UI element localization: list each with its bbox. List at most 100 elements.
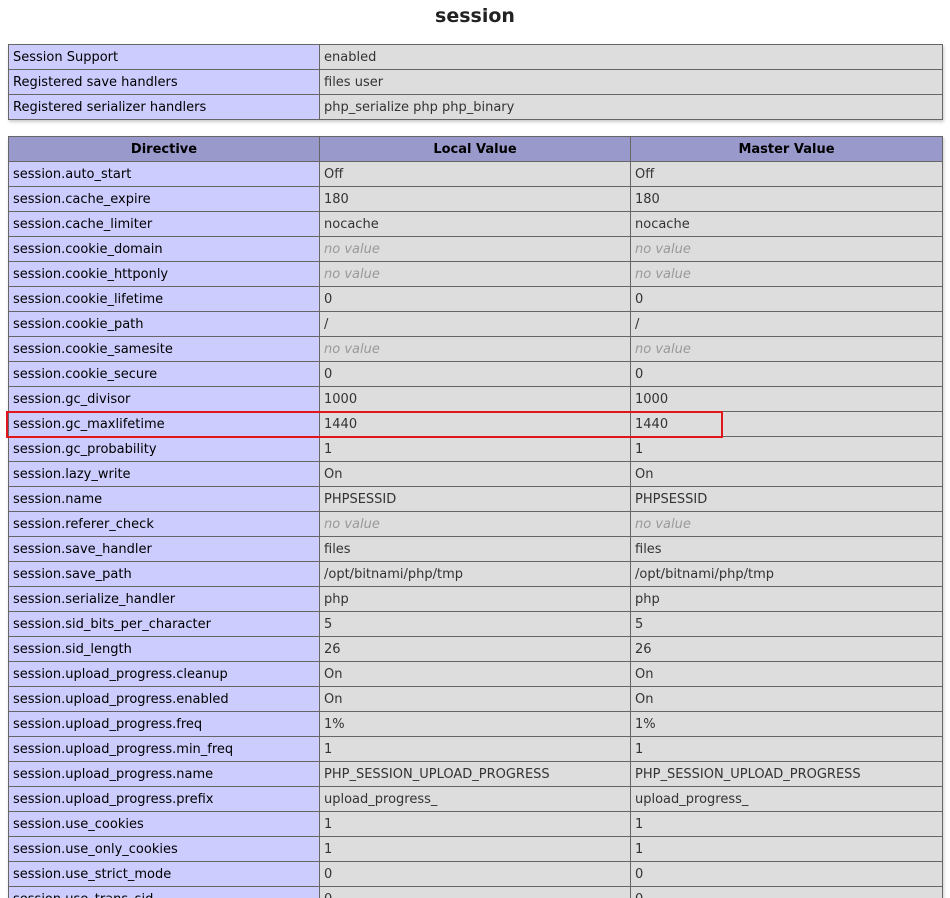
directive-row: session.cookie_secure 0 0 <box>8 361 943 387</box>
directive-row: session.cookie_domain no value no value <box>8 236 943 262</box>
no-value-text: no value <box>324 341 380 357</box>
directive-name: session.use_trans_sid <box>8 886 320 898</box>
local-value: 26 <box>319 636 631 662</box>
directive-name: session.cache_limiter <box>8 211 320 237</box>
no-value-text: no value <box>324 516 380 532</box>
master-value: PHPSESSID <box>630 486 943 512</box>
directive-row: session.cookie_lifetime 0 0 <box>8 286 943 312</box>
local-value: On <box>319 461 631 487</box>
directive-row: session.cookie_samesite no value no value <box>8 336 943 362</box>
directive-name: session.cache_expire <box>8 186 320 212</box>
directive-name: session.sid_length <box>8 636 320 662</box>
master-value: On <box>630 661 943 687</box>
directive-row: session.gc_maxlifetime 1440 1440 <box>8 411 943 437</box>
info-value: enabled <box>319 44 943 70</box>
directive-row: session.cookie_httponly no value no value <box>8 261 943 287</box>
info-row: Registered serializer handlers php_serial… <box>8 94 943 120</box>
local-value: no value <box>319 336 631 362</box>
local-value: 1 <box>319 836 631 862</box>
local-value: Off <box>319 161 631 187</box>
info-label: Registered serializer handlers <box>8 94 320 120</box>
directive-row: session.use_strict_mode 0 0 <box>8 861 943 887</box>
master-value: 5 <box>630 611 943 637</box>
master-value: php <box>630 586 943 612</box>
phpinfo-page: session Session Support enabled Registered… <box>0 0 950 898</box>
master-value: 1000 <box>630 386 943 412</box>
local-value: 0 <box>319 361 631 387</box>
directive-row: session.save_handler files files <box>8 536 943 562</box>
directive-name: session.upload_progress.prefix <box>8 786 320 812</box>
section-title: session <box>435 5 515 27</box>
info-row: Session Support enabled <box>8 44 943 70</box>
local-value: nocache <box>319 211 631 237</box>
local-value: 1 <box>319 736 631 762</box>
directive-row: session.sid_bits_per_character 5 5 <box>8 611 943 637</box>
master-value: 1 <box>630 811 943 837</box>
directive-row: session.cache_expire 180 180 <box>8 186 943 212</box>
no-value-text: no value <box>635 266 691 282</box>
local-value: On <box>319 661 631 687</box>
session-info-table: Session Support enabled Registered save ha… <box>8 44 943 120</box>
local-value: 180 <box>319 186 631 212</box>
column-header-directive: Directive <box>8 136 320 162</box>
master-value: 0 <box>630 886 943 898</box>
directive-name: session.save_path <box>8 561 320 587</box>
local-value: no value <box>319 261 631 287</box>
directive-row: session.upload_progress.name PHP_SESSION_… <box>8 761 943 787</box>
local-value: 0 <box>319 286 631 312</box>
info-label: Session Support <box>8 44 320 70</box>
master-value: files <box>630 536 943 562</box>
local-value: php <box>319 586 631 612</box>
local-value: 5 <box>319 611 631 637</box>
table-header-row: Directive Local Value Master Value <box>8 136 943 162</box>
no-value-text: no value <box>324 266 380 282</box>
directive-row: session.sid_length 26 26 <box>8 636 943 662</box>
directive-name: session.gc_maxlifetime <box>8 411 320 437</box>
local-value: upload_progress_ <box>319 786 631 812</box>
master-value: PHP_SESSION_UPLOAD_PROGRESS <box>630 761 943 787</box>
master-value: 1 <box>630 736 943 762</box>
master-value: On <box>630 461 943 487</box>
directive-name: session.cookie_secure <box>8 361 320 387</box>
master-value: upload_progress_ <box>630 786 943 812</box>
directive-name: session.referer_check <box>8 511 320 537</box>
directive-name: session.auto_start <box>8 161 320 187</box>
local-value: 0 <box>319 886 631 898</box>
directive-row: session.upload_progress.cleanup On On <box>8 661 943 687</box>
local-value: no value <box>319 511 631 537</box>
no-value-text: no value <box>635 241 691 257</box>
info-value: php_serialize php php_binary <box>319 94 943 120</box>
info-row: Registered save handlers files user <box>8 69 943 95</box>
master-value: /opt/bitnami/php/tmp <box>630 561 943 587</box>
directive-name: session.gc_divisor <box>8 386 320 412</box>
local-value: 1% <box>319 711 631 737</box>
directive-row: session.save_path/opt/bitnami/php/tmp/op… <box>8 561 943 587</box>
directive-row: session.upload_progress.min_freq 1 1 <box>8 736 943 762</box>
local-value: 1 <box>319 436 631 462</box>
column-header-master-value: Master Value <box>630 136 943 162</box>
directive-row: session.gc_probability 1 1 <box>8 436 943 462</box>
directive-row: session.name PHPSESSID PHPSESSID <box>8 486 943 512</box>
directive-name: session.lazy_write <box>8 461 320 487</box>
local-value: files <box>319 536 631 562</box>
directive-name: session.upload_progress.enabled <box>8 686 320 712</box>
local-value: PHPSESSID <box>319 486 631 512</box>
master-value: nocache <box>630 211 943 237</box>
directive-name: session.use_cookies <box>8 811 320 837</box>
directive-name: session.cookie_samesite <box>8 336 320 362</box>
directive-row: session.upload_progress.enabled On On <box>8 686 943 712</box>
master-value: 180 <box>630 186 943 212</box>
directive-row: session.auto_start Off Off <box>8 161 943 187</box>
master-value: 0 <box>630 286 943 312</box>
master-value: 0 <box>630 361 943 387</box>
local-value: 1 <box>319 811 631 837</box>
local-value: / <box>319 311 631 337</box>
directive-name: session.upload_progress.min_freq <box>8 736 320 762</box>
directive-row: session.use_cookies 1 1 <box>8 811 943 837</box>
directive-row: session.upload_progress.freq 1% 1% <box>8 711 943 737</box>
master-value: Off <box>630 161 943 187</box>
master-value: no value <box>630 261 943 287</box>
local-value: no value <box>319 236 631 262</box>
local-value: PHP_SESSION_UPLOAD_PROGRESS <box>319 761 631 787</box>
column-header-local-value: Local Value <box>319 136 631 162</box>
